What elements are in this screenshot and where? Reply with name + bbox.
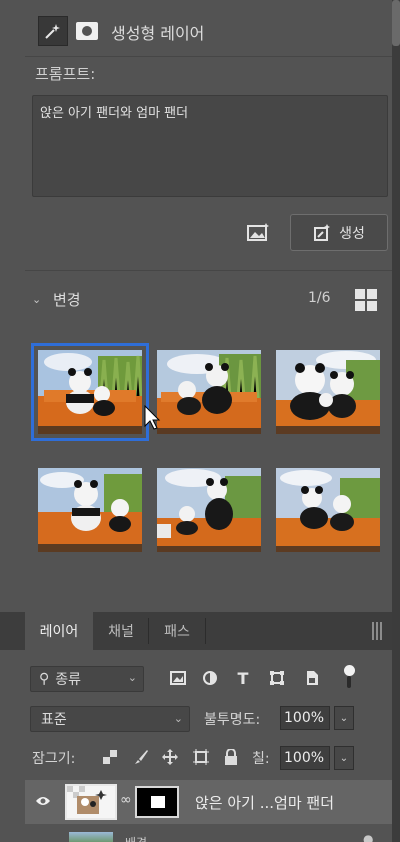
type-filter-icon[interactable]: T xyxy=(233,668,253,688)
properties-header: 생성형 레이어 xyxy=(0,0,392,58)
generative-layer-icon[interactable] xyxy=(38,16,68,46)
tab-separator xyxy=(205,618,206,644)
tab-channels[interactable]: 채널 xyxy=(94,612,148,650)
adjustment-filter-icon[interactable] xyxy=(200,668,220,688)
properties-panel: 생성형 레이어 프롬프트: 앉은 아기 팬더와 엄마 팬더 생성 ⌄ 변경 1/… xyxy=(0,0,392,612)
eye-visibility-icon[interactable] xyxy=(35,795,51,807)
lock-all-icon[interactable] xyxy=(222,748,240,766)
layer-name[interactable]: 앉은 아기 ...엄마 팬더 xyxy=(195,792,334,813)
variations-header: ⌄ 변경 1/6 xyxy=(0,285,392,315)
chevron-down-icon: ⌄ xyxy=(173,712,183,725)
panel-grip-icon[interactable] xyxy=(372,622,386,640)
variation-thumbnail[interactable] xyxy=(276,468,380,552)
variations-title: 변경 xyxy=(53,291,81,309)
generate-icon xyxy=(314,223,331,241)
fill-input[interactable]: 100% xyxy=(280,746,330,770)
blend-mode-value: 표준 xyxy=(41,712,67,728)
variation-thumbnail[interactable] xyxy=(31,343,149,441)
panel-scrollbar-track[interactable] xyxy=(392,0,400,842)
layer-row-selected[interactable]: ∞ 앉은 아기 ...엄마 팬더 xyxy=(25,780,392,824)
reference-image-icon[interactable] xyxy=(247,222,271,244)
layers-panel: 레이어 채널 패스 ⚲ 종류 ⌄ T 표준 ⌄ 불투명도: 100% ⌄ 잠그기… xyxy=(0,612,392,842)
link-chain-icon[interactable]: ∞ xyxy=(120,792,132,808)
divider xyxy=(25,56,392,57)
sparkle-wand-icon xyxy=(45,24,60,39)
tab-paths[interactable]: 패스 xyxy=(149,612,205,650)
shape-filter-icon[interactable] xyxy=(267,668,287,688)
search-icon: ⚲ xyxy=(39,671,50,687)
layer-thumbnail xyxy=(69,832,113,842)
opacity-input[interactable]: 100% xyxy=(280,706,330,730)
image-filter-icon[interactable] xyxy=(168,668,188,688)
panel-scrollbar-thumb[interactable] xyxy=(392,0,400,46)
layer-kind-title: 생성형 레이어 xyxy=(111,24,205,43)
chevron-down-icon[interactable]: ⌄ xyxy=(32,293,41,306)
lock-brush-icon[interactable] xyxy=(132,748,150,766)
tab-layers[interactable]: 레이어 xyxy=(25,612,93,650)
layer-mask-thumbnail[interactable] xyxy=(135,786,179,818)
fill-label: 칠: xyxy=(252,751,270,767)
blend-mode-select[interactable]: 표준 ⌄ xyxy=(30,706,190,732)
filter-label: 종류 xyxy=(55,672,82,688)
filter-toggle-switch[interactable] xyxy=(343,665,355,691)
layer-row-background[interactable]: 배경 ● xyxy=(25,824,392,842)
lock-move-icon[interactable] xyxy=(161,748,179,766)
grid-view-icon[interactable] xyxy=(355,289,377,311)
chevron-down-icon: ⌄ xyxy=(127,671,137,684)
fill-dropdown-icon[interactable]: ⌄ xyxy=(334,746,354,770)
layers-tabbar: 레이어 채널 패스 xyxy=(0,612,392,650)
lock-artboard-icon[interactable] xyxy=(192,748,210,766)
divider xyxy=(25,270,392,271)
layer-filter-select[interactable]: ⚲ 종류 ⌄ xyxy=(30,666,144,692)
opacity-dropdown-icon[interactable]: ⌄ xyxy=(334,706,354,730)
variation-thumbnail[interactable] xyxy=(276,350,380,434)
lock-icon: ● xyxy=(363,832,374,842)
layer-thumbnail xyxy=(65,784,117,820)
opacity-label: 불투명도: xyxy=(204,712,261,728)
smart-object-filter-icon[interactable] xyxy=(302,668,322,688)
generate-button-label: 생성 xyxy=(339,225,365,242)
layer-name[interactable]: 배경 xyxy=(125,834,147,842)
prompt-input[interactable]: 앉은 아기 팬더와 엄마 팬더 xyxy=(32,95,388,197)
prompt-label: 프롬프트: xyxy=(35,65,96,83)
variation-thumbnail[interactable] xyxy=(38,468,142,552)
lock-transparent-icon[interactable] xyxy=(101,748,119,766)
layer-mask-icon[interactable] xyxy=(76,22,98,40)
variation-thumbnail[interactable] xyxy=(157,350,261,434)
generate-button[interactable]: 생성 xyxy=(290,214,388,251)
variation-counter: 1/6 xyxy=(308,290,331,306)
variation-thumbnail[interactable] xyxy=(157,468,261,552)
mouse-pointer-icon xyxy=(144,405,161,430)
lock-label: 잠그기: xyxy=(32,751,76,767)
